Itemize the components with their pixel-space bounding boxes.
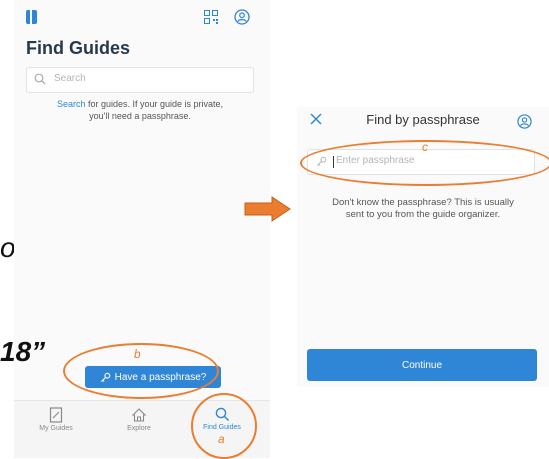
passphrase-helper-line-2: sent to you from the guide organizer. [345,209,501,220]
nav-item-my-guides[interactable]: My Guides [26,407,86,432]
arrow-right-icon [244,196,291,222]
continue-button[interactable]: Continue [307,349,537,381]
top-bar [14,0,270,34]
nav-label-explore: Explore [127,425,151,432]
qr-code-icon[interactable] [204,10,218,24]
nav-item-explore[interactable]: Explore [109,407,169,432]
book-icon [49,407,63,423]
annotation-oval-a [191,393,257,459]
app-logo-icon [26,10,37,24]
background-text-fragment-2: 18” [0,336,46,367]
search-helper-text: Search for guides. If your guide is priv… [26,98,254,122]
search-input[interactable] [54,73,244,84]
passphrase-helper-text: Don't know the passphrase? This is usual… [307,197,539,221]
annotation-label-b: b [134,347,141,361]
annotation-oval-b [63,343,219,399]
page-title: Find Guides [26,38,131,58]
modal-title: Find by passphrase [366,112,480,127]
passphrase-helper-line-1: Don't know the passphrase? This is usual… [332,197,514,208]
helper-line-1: for guides. If your guide is private, [85,99,224,109]
search-icon [34,73,46,85]
annotation-label-a: a [218,432,225,446]
house-icon [131,408,147,422]
nav-label-my-guides: My Guides [39,425,73,432]
profile-icon[interactable] [517,114,532,129]
continue-label: Continue [401,359,443,371]
profile-icon[interactable] [234,9,250,25]
annotation-label-c: c [422,140,428,154]
search-field[interactable] [26,67,254,93]
helper-line-2: you'll need a passphrase. [89,111,191,121]
search-link[interactable]: Search [57,99,86,109]
